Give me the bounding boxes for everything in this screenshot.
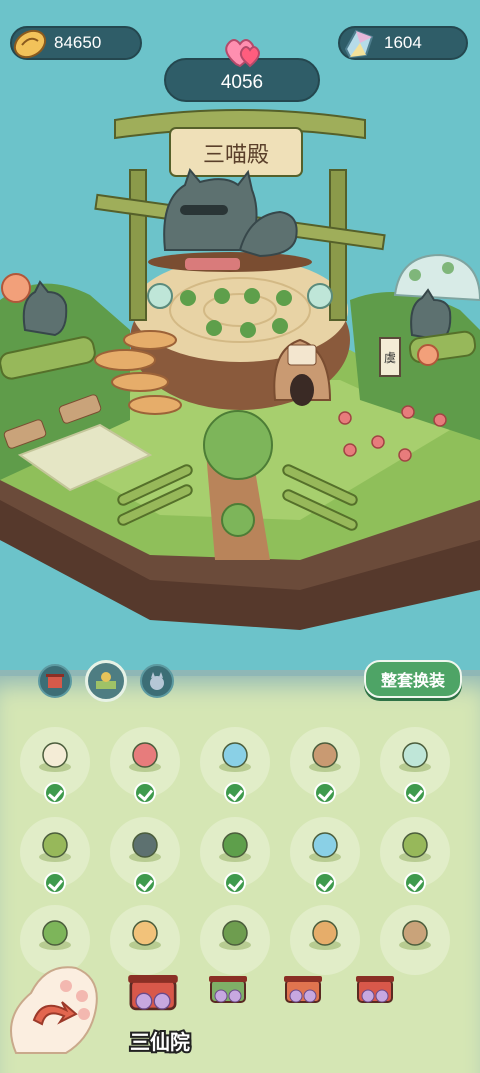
item-slot[interactable] [290, 905, 360, 975]
tab-cat[interactable] [140, 664, 174, 698]
coin-counter[interactable]: 84650 [10, 26, 142, 60]
heart-counter[interactable]: 4056 [164, 39, 320, 102]
garden-scene: 三喵殿 虞 [0, 109, 480, 630]
mushroom-icon [309, 920, 341, 950]
coin-icon [13, 29, 47, 59]
flower-bush [203, 410, 273, 480]
set-option[interactable] [205, 966, 251, 1012]
garden-tab-icon [96, 672, 116, 689]
equipped-check-icon [404, 872, 426, 894]
set-option[interactable] [352, 966, 398, 1012]
pine-icon [219, 920, 251, 950]
shrine-tab-icon [46, 674, 64, 688]
clover-icon [219, 832, 251, 862]
equipped-check-icon [44, 782, 66, 804]
equipped-check-icon [44, 872, 66, 894]
lantern-right [307, 283, 333, 309]
heart-icon [225, 39, 260, 68]
selected-set-label: 三仙院 [128, 1030, 192, 1056]
item-slot[interactable] [380, 905, 450, 975]
back-paw-button[interactable] [6, 958, 100, 1058]
lantern-icon [399, 742, 431, 772]
equipped-check-icon [224, 782, 246, 804]
bush-icon [39, 920, 71, 950]
stump-icon [399, 920, 431, 950]
tab-garden[interactable] [85, 660, 127, 702]
scroll-glyph: 虞 [384, 351, 396, 365]
temple-sign: 三喵殿 [203, 142, 269, 167]
tab-shrine[interactable] [38, 664, 72, 698]
lantern-left [147, 283, 173, 309]
cat-statue [148, 167, 312, 272]
equipped-check-icon [134, 782, 156, 804]
hut-icon [309, 742, 341, 772]
flower-plant-icon [129, 742, 161, 772]
bamboo-fence-icon [399, 832, 431, 862]
gem-value: 1604 [384, 33, 422, 52]
equipped-check-icon [314, 872, 336, 894]
cat-tab-icon [150, 672, 164, 690]
stool-icon [129, 920, 161, 950]
set-option[interactable] [123, 962, 183, 1022]
set-option[interactable] [280, 966, 326, 1012]
coin-value: 84650 [54, 33, 102, 52]
item-slot[interactable] [200, 905, 270, 975]
scroll-icon [39, 742, 71, 772]
swap-all-button[interactable]: 整套换装 [364, 660, 462, 698]
sleeping-cat-statue-icon [129, 832, 161, 862]
gem-icon [344, 29, 374, 59]
gem-counter[interactable]: 1604 [338, 26, 468, 60]
equipped-check-icon [314, 782, 336, 804]
equipped-check-icon [224, 872, 246, 894]
heart-value: 4056 [220, 72, 264, 93]
spirit-cat-plant-icon [219, 742, 251, 772]
blue-flower-plant-icon [309, 832, 341, 862]
equipped-check-icon [404, 782, 426, 804]
equipped-check-icon [134, 872, 156, 894]
bamboo-cat-icon [39, 832, 71, 862]
